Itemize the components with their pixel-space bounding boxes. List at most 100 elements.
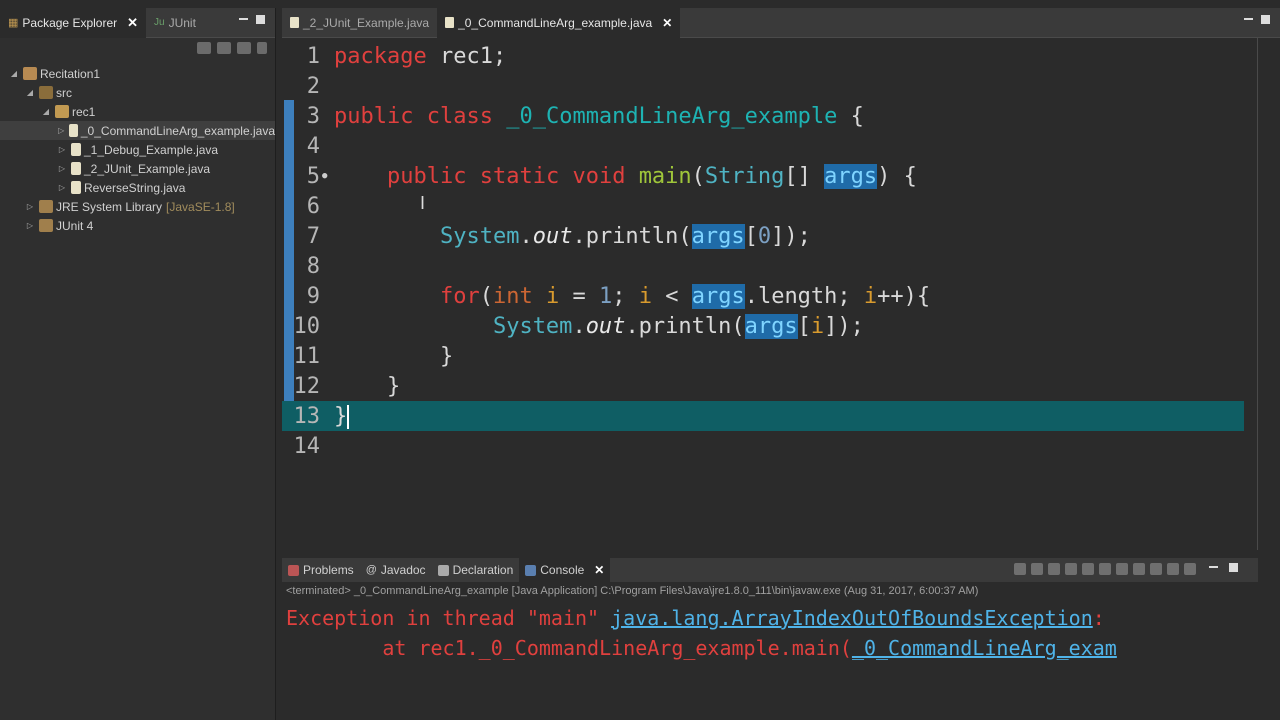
code-line[interactable]: 7 System.out.println(args[0]);	[282, 221, 1244, 251]
tree-node-reversestring[interactable]: ▷ ReverseString.java	[0, 178, 275, 197]
remove-all-icon[interactable]	[1048, 563, 1060, 575]
line-number: 11	[293, 343, 321, 369]
expand-icon[interactable]: ◢	[24, 88, 36, 97]
clear-console-icon[interactable]	[1065, 563, 1077, 575]
minimize-icon[interactable]	[1209, 563, 1218, 568]
junit-icon: Ju	[154, 17, 165, 28]
tab-console[interactable]: Console ✕	[519, 558, 611, 582]
minimize-icon[interactable]	[239, 15, 248, 20]
expand-icon[interactable]: ◢	[8, 69, 20, 78]
line-number: 14	[293, 433, 321, 459]
java-file-icon	[71, 181, 81, 194]
java-file-icon	[445, 17, 455, 28]
show-stderr-icon[interactable]	[1133, 563, 1145, 575]
link-with-editor-icon[interactable]	[217, 42, 231, 54]
maximize-icon[interactable]	[256, 15, 265, 24]
display-console-icon[interactable]	[1167, 563, 1179, 575]
tab-declaration[interactable]: Declaration	[432, 558, 520, 582]
tab-label: Console	[540, 563, 585, 577]
code-line[interactable]: 10 System.out.println(args[i]);	[282, 311, 1244, 341]
maximize-icon[interactable]	[1229, 563, 1238, 572]
tree-node-commandlinearg[interactable]: ▷ _0_CommandLineArg_example.java	[0, 121, 275, 140]
maximize-icon[interactable]	[1261, 15, 1270, 24]
exception-link[interactable]: java.lang.ArrayIndexOutOfBoundsException	[611, 606, 1093, 630]
collapse-arrow-icon[interactable]: ▷	[24, 202, 36, 211]
tab-label: _0_CommandLineArg_example.java	[458, 15, 653, 30]
tree-node-junit4[interactable]: ▷ JUnit 4	[0, 216, 275, 235]
code-line[interactable]: 2	[282, 71, 1244, 101]
tab-label: Problems	[303, 563, 354, 577]
tree-node-src[interactable]: ◢ src	[0, 83, 275, 102]
tree-node-label: JUnit 4	[56, 218, 94, 233]
expand-icon[interactable]: ◢	[40, 107, 52, 116]
minimize-icon[interactable]	[1244, 15, 1253, 20]
tab-junit-example[interactable]: _2_JUnit_Example.java	[282, 8, 437, 38]
code-line[interactable]: 9 for(int i = 1; i < args.length; i++){	[282, 281, 1244, 311]
package-folder-icon	[39, 86, 53, 99]
collapse-all-icon[interactable]	[197, 42, 211, 54]
line-number: 2	[306, 73, 320, 99]
tree-node-label: ReverseString.java	[84, 180, 186, 195]
code-line[interactable]: 1 package rec1;	[282, 41, 1244, 71]
code-line-current[interactable]: 13 }	[282, 401, 1244, 431]
terminate-icon[interactable]	[1014, 563, 1026, 575]
collapse-arrow-icon[interactable]: ▷	[56, 126, 66, 135]
tree-node-debug-example[interactable]: ▷ _1_Debug_Example.java	[0, 140, 275, 159]
remove-launch-icon[interactable]	[1031, 563, 1043, 575]
tab-label: Javadoc	[380, 563, 426, 577]
error-text: :	[1092, 606, 1117, 630]
view-menu-icon[interactable]	[257, 42, 267, 54]
collapse-arrow-icon[interactable]: ▷	[56, 164, 68, 173]
console-status: <terminated> _0_CommandLineArg_example […	[286, 585, 979, 597]
tab-javadoc[interactable]: @ Javadoc	[360, 558, 432, 582]
open-console-icon[interactable]	[1184, 563, 1196, 575]
project-icon	[23, 67, 37, 80]
code-line[interactable]: 11 }	[282, 341, 1244, 371]
tree-node-rec1[interactable]: ◢ rec1	[0, 102, 275, 121]
code-line[interactable]: 6	[282, 191, 1244, 221]
tree-node-label: _2_JUnit_Example.java	[84, 161, 211, 176]
show-stdout-icon[interactable]	[1116, 563, 1128, 575]
console-output[interactable]: <terminated> _0_CommandLineArg_example […	[282, 582, 1258, 720]
close-icon[interactable]: ✕	[662, 16, 672, 30]
line-number: 13	[293, 403, 321, 429]
tab-junit[interactable]: Ju JUnit	[146, 8, 204, 38]
tree-node-label: JRE System Library	[56, 199, 163, 214]
code-editor[interactable]: 1 package rec1; 2 3 public class _0_Comm…	[282, 38, 1258, 550]
focus-icon[interactable]	[237, 42, 251, 54]
line-number: 3	[306, 103, 320, 129]
scroll-lock-icon[interactable]	[1082, 563, 1094, 575]
console-error-line: Exception in thread "main" java.lang.Arr…	[286, 606, 1117, 630]
java-file-icon	[71, 143, 81, 156]
tree-node-jre-library[interactable]: ▷ JRE System Library [JavaSE-1.8]	[0, 197, 275, 216]
tree-node-recitation1[interactable]: ◢ Recitation1	[0, 64, 275, 83]
line-number: 10	[293, 313, 321, 339]
tab-problems[interactable]: Problems	[282, 558, 360, 582]
line-number: 5	[306, 163, 320, 189]
tab-package-explorer[interactable]: ▦ Package Explorer ✕	[0, 7, 147, 38]
console-stack-line: at rec1._0_CommandLineArg_example.main(_…	[286, 636, 1117, 660]
pin-console-icon[interactable]	[1150, 563, 1162, 575]
collapse-arrow-icon[interactable]: ▷	[56, 183, 68, 192]
close-icon[interactable]: ✕	[127, 15, 138, 31]
code-line[interactable]: 5 ● public static void main(String[] arg…	[282, 161, 1244, 191]
collapse-arrow-icon[interactable]: ▷	[24, 221, 36, 230]
explorer-toolbar	[0, 38, 275, 60]
fold-icon[interactable]: ●	[322, 171, 327, 181]
console-icon	[525, 564, 537, 576]
collapse-arrow-icon[interactable]: ▷	[56, 145, 68, 154]
code-line[interactable]: 14	[282, 431, 1244, 461]
code-line[interactable]: 4	[282, 131, 1244, 161]
tab-commandlinearg[interactable]: _0_CommandLineArg_example.java ✕	[437, 7, 681, 38]
left-panel-tabs: ▦ Package Explorer ✕ Ju JUnit	[0, 7, 275, 38]
tree-node-junit-example[interactable]: ▷ _2_JUnit_Example.java	[0, 159, 275, 178]
line-number: 9	[306, 283, 320, 309]
line-number: 1	[306, 43, 320, 69]
word-wrap-icon[interactable]	[1099, 563, 1111, 575]
code-line[interactable]: 12 }	[282, 371, 1244, 401]
tree-node-label: Recitation1	[40, 66, 101, 81]
source-link[interactable]: _0_CommandLineArg_exam	[852, 636, 1117, 660]
close-icon[interactable]: ✕	[594, 563, 604, 577]
code-line[interactable]: 3 public class _0_CommandLineArg_example…	[282, 101, 1244, 131]
code-line[interactable]: 8	[282, 251, 1244, 281]
